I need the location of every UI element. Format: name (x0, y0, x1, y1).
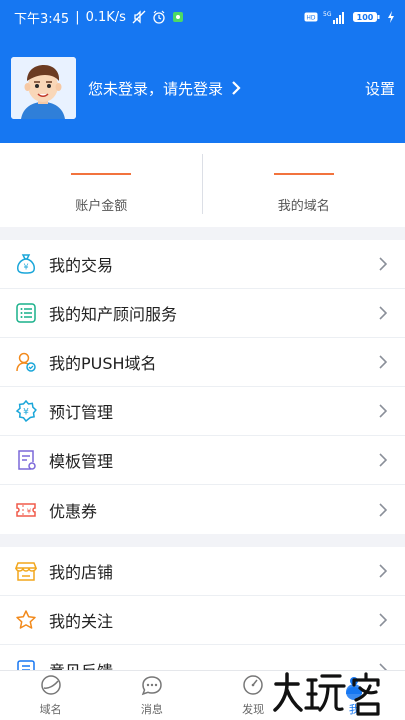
tile-label: 账户金额 (75, 199, 128, 214)
menu-section-1: ¥ 我的交易 我的知产顾问服务 我的PUSH域名 ¥ 预订管理 模板管理 ¥ 优… (0, 240, 405, 534)
status-time: 下午3:45 (14, 11, 70, 27)
coupon-icon: ¥ (15, 499, 37, 521)
chevron-right-icon (378, 502, 387, 517)
avatar[interactable] (11, 57, 76, 119)
menu-item-label: 优惠券 (49, 501, 98, 521)
chevron-right-icon (378, 355, 387, 369)
login-prompt[interactable]: 您未登录，请先登录 (88, 78, 223, 99)
template-icon (15, 449, 37, 471)
status-speed: 0.1K/s (85, 9, 126, 25)
menu-item-my-store[interactable]: 我的店铺 (0, 547, 405, 596)
discover-icon (242, 674, 264, 699)
menu-item-label: 模板管理 (49, 452, 114, 471)
chevron-right-icon (378, 404, 387, 418)
tab-label: 域名 (39, 703, 62, 716)
reservation-icon: ¥ (15, 400, 37, 422)
account-tiles: 账户金额 我的域名 (0, 143, 405, 227)
status-bar: 下午3:45 | 0.1K/s HD 5G 100 (0, 0, 405, 34)
chevron-right-icon (378, 613, 387, 627)
status-separator: | (75, 9, 80, 25)
tile-label: 我的域名 (277, 199, 330, 214)
chevron-right-icon (378, 306, 387, 320)
menu-item-my-transactions[interactable]: ¥ 我的交易 (0, 240, 405, 289)
star-icon (15, 609, 37, 631)
menu-item-label: 我的交易 (49, 256, 114, 275)
tab-label: 发现 (242, 703, 265, 716)
money-bag-icon: ¥ (15, 253, 37, 275)
menu-item-label: 我的PUSH域名 (49, 354, 157, 373)
profile-row: 您未登录，请先登录 设置 (11, 57, 395, 119)
hd-icon: HD (304, 12, 318, 22)
watermark-logo (270, 666, 400, 720)
menu-item-ip-advisor[interactable]: 我的知产顾问服务 (0, 289, 405, 338)
settings-button[interactable]: 设置 (365, 78, 395, 99)
menu-item-label: 我的关注 (49, 612, 114, 631)
battery-level: 100 (357, 13, 374, 22)
message-icon (140, 674, 164, 699)
menu-item-templates[interactable]: 模板管理 (0, 436, 405, 485)
signal-icon: 5G (323, 10, 347, 24)
tile-account-balance[interactable]: 账户金额 (0, 143, 203, 227)
profile-header: 下午3:45 | 0.1K/s HD 5G 100 您未登录，请先登录 设置 (0, 0, 405, 143)
domains-placeholder-bar (273, 173, 334, 175)
tab-label: 消息 (140, 703, 163, 716)
chevron-right-icon (378, 564, 387, 578)
menu-item-coupons[interactable]: ¥ 优惠券 (0, 485, 405, 534)
network-label: 5G (323, 11, 332, 18)
battery-icon: 100 (352, 10, 382, 24)
tab-domains[interactable]: 域名 (0, 671, 101, 720)
menu-item-label: 预订管理 (49, 403, 114, 422)
tile-my-domains[interactable]: 我的域名 (203, 143, 405, 227)
menu-item-push-domains[interactable]: 我的PUSH域名 (0, 338, 405, 387)
chevron-right-icon (378, 257, 387, 271)
store-icon (15, 560, 37, 582)
user-push-icon (15, 351, 37, 373)
menu-item-my-follows[interactable]: 我的关注 (0, 596, 405, 645)
app-notification-icon (172, 11, 184, 23)
chevron-right-icon[interactable] (231, 80, 241, 96)
charging-icon (387, 11, 395, 23)
svg-text:¥: ¥ (23, 263, 28, 272)
svg-text:¥: ¥ (23, 408, 29, 418)
tab-messages[interactable]: 消息 (101, 671, 202, 720)
svg-text:HD: HD (306, 15, 316, 22)
domain-icon (40, 674, 62, 699)
alarm-icon (152, 10, 166, 24)
balance-placeholder-bar (71, 173, 132, 175)
menu-item-reservations[interactable]: ¥ 预订管理 (0, 387, 405, 436)
menu-item-label: 我的知产顾问服务 (49, 305, 178, 324)
mute-icon (132, 10, 146, 24)
chevron-right-icon (378, 453, 387, 467)
svg-text:¥: ¥ (27, 507, 32, 515)
list-icon (15, 302, 37, 324)
menu-item-label: 我的店铺 (49, 563, 114, 582)
